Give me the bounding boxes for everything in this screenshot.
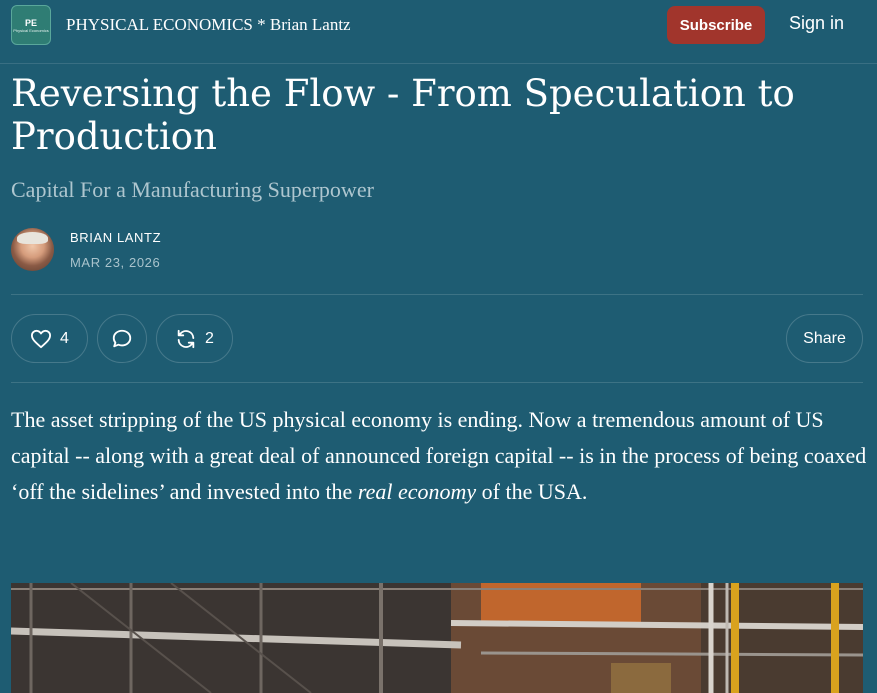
publication-name[interactable]: PHYSICAL ECONOMICS * Brian Lantz (66, 15, 351, 35)
sign-in-link[interactable]: Sign in (789, 13, 844, 34)
author-name[interactable]: BRIAN LANTZ (70, 230, 161, 245)
post-date: MAR 23, 2026 (70, 255, 161, 270)
top-bar: PE Physical Economics PHYSICAL ECONOMICS… (0, 0, 877, 64)
restack-button[interactable]: 2 (156, 314, 233, 363)
divider-top (11, 294, 863, 295)
comment-button[interactable] (97, 314, 147, 363)
like-button[interactable]: 4 (11, 314, 88, 363)
logo-letters: PE (24, 17, 37, 28)
restack-icon (175, 328, 197, 350)
article-subtitle: Capital For a Manufacturing Superpower (11, 177, 374, 202)
paragraph-end: of the USA. (476, 479, 588, 504)
logo-caption: Physical Economics (13, 27, 49, 33)
divider-bottom (11, 382, 863, 383)
article-title: Reversing the Flow - From Speculation to… (11, 72, 795, 158)
article-paragraph: The asset stripping of the US physical e… (11, 402, 867, 510)
comment-icon (111, 328, 133, 350)
article-image[interactable] (11, 583, 863, 693)
restack-count: 2 (205, 329, 214, 347)
like-count: 4 (60, 329, 69, 347)
heart-icon (30, 329, 52, 349)
author-avatar[interactable] (11, 228, 54, 271)
publication-logo[interactable]: PE Physical Economics (11, 5, 51, 45)
paragraph-emphasis: real economy (357, 479, 477, 504)
share-button[interactable]: Share (786, 314, 863, 363)
subscribe-button[interactable]: Subscribe (667, 6, 765, 44)
